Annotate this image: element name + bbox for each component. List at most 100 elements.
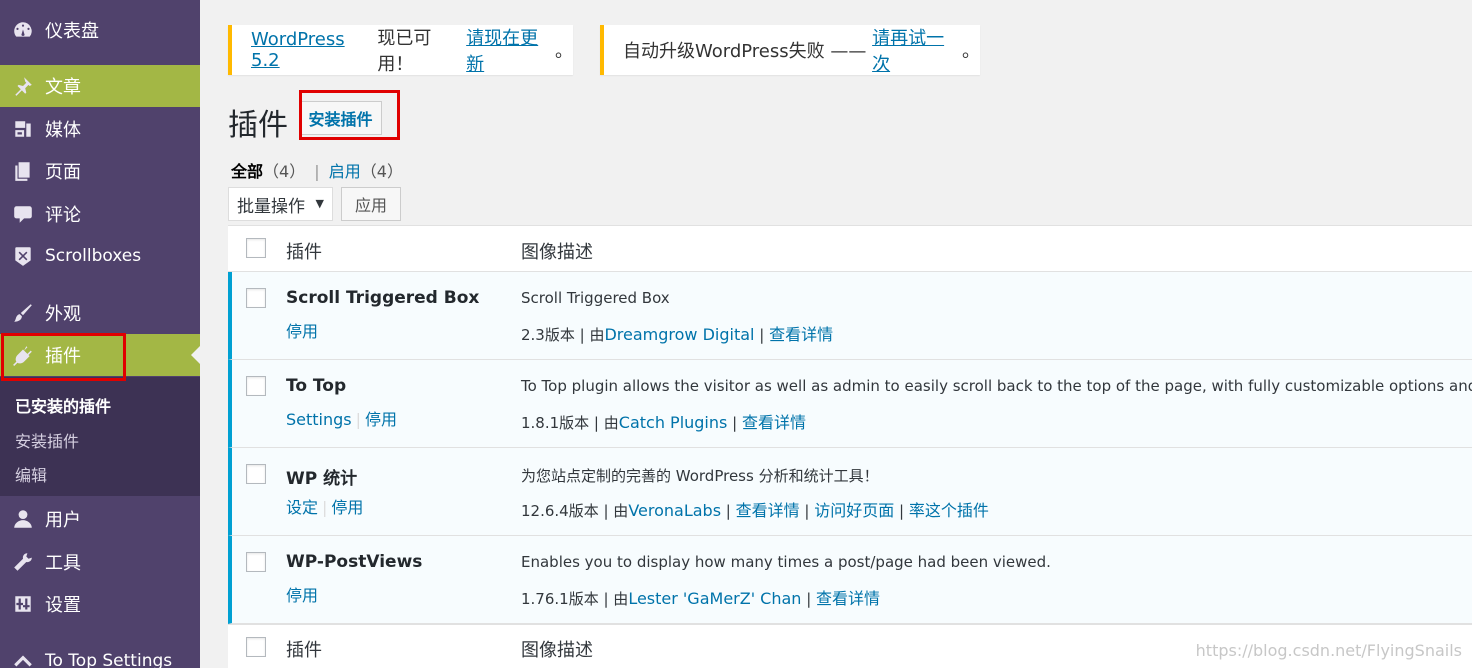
plugin-meta: 1.8.1版本 | 由Catch Plugins | 查看详情 <box>521 413 806 432</box>
admin-sidebar: 仪表盘 文章 媒体 页面 评论 Scrollboxes 外观 插件 已安装的插件… <box>0 0 200 668</box>
pin-icon <box>11 74 35 98</box>
table-header: 插件 图像描述 <box>228 226 1472 272</box>
column-footer-plugin[interactable]: 插件 <box>286 636 322 662</box>
plugins-table: 插件 图像描述 Scroll Triggered Box 停用 Scroll T… <box>228 225 1472 668</box>
row-checkbox[interactable] <box>246 464 266 484</box>
filter-all[interactable]: 全部 <box>231 162 263 181</box>
menu-item-tools[interactable]: 工具 <box>0 541 200 583</box>
select-all-checkbox-footer[interactable] <box>246 637 266 657</box>
notice-text: 自动升级WordPress失败 —— <box>623 41 873 62</box>
submenu-add-plugin[interactable]: 安装插件 <box>15 428 79 452</box>
author-link[interactable]: VeronaLabs <box>628 501 721 520</box>
update-notice: WordPress 5.2 现已可用！ 请现在更新 。 <box>228 25 573 75</box>
row-actions: 设定 | 停用 <box>286 498 364 517</box>
menu-item-label: 设置 <box>45 595 81 616</box>
row-checkbox[interactable] <box>246 288 266 308</box>
settings-link[interactable]: Settings <box>286 410 352 429</box>
row-checkbox[interactable] <box>246 376 266 396</box>
apply-button[interactable]: 应用 <box>341 187 401 221</box>
menu-item-settings[interactable]: 设置 <box>0 583 200 625</box>
menu-item-users[interactable]: 用户 <box>0 498 200 540</box>
plugins-submenu: 已安装的插件 安装插件 编辑 <box>0 377 200 496</box>
menu-item-media[interactable]: 媒体 <box>0 108 200 150</box>
author-link[interactable]: Catch Plugins <box>619 413 728 432</box>
upgrade-failed-notice: 自动升级WordPress失败 —— 请再试一次 。 <box>600 25 980 75</box>
rate-plugin-link[interactable]: 率这个插件 <box>909 501 989 520</box>
settings-icon <box>11 592 35 616</box>
author-link[interactable]: Lester 'GaMerZ' Chan <box>628 589 801 608</box>
plugin-name: Scroll Triggered Box <box>286 288 480 308</box>
plugin-version: 12.6.4版本 | 由 <box>521 502 629 520</box>
plugin-version: 1.8.1版本 | 由 <box>521 414 619 432</box>
menu-item-appearance[interactable]: 外观 <box>0 292 200 334</box>
plugin-description: Enables you to display how many times a … <box>521 553 1051 571</box>
update-now-link[interactable]: 请现在更新 <box>466 24 555 76</box>
row-checkbox[interactable] <box>246 552 266 572</box>
menu-item-pages[interactable]: 页面 <box>0 150 200 192</box>
plugin-meta: 1.76.1版本 | 由Lester 'GaMerZ' Chan | 查看详情 <box>521 589 881 608</box>
plugin-meta: 2.3版本 | 由Dreamgrow Digital | 查看详情 <box>521 325 834 344</box>
table-row: WP-PostViews 停用 Enables you to display h… <box>228 536 1472 624</box>
filter-all-count: （4） <box>263 162 306 181</box>
view-details-link[interactable]: 查看详情 <box>742 413 806 432</box>
deactivate-link[interactable]: 停用 <box>331 498 363 517</box>
page-title: 插件 <box>228 108 288 143</box>
bulk-actions-select[interactable]: 批量操作 ▼ <box>228 187 333 221</box>
menu-item-dashboard[interactable]: 仪表盘 <box>0 9 200 51</box>
table-row: WP 统计 设定 | 停用 为您站点定制的完善的 WordPress 分析和统计工具… <box>228 448 1472 536</box>
filter-active-count: （4） <box>360 162 403 181</box>
row-actions: 停用 <box>286 318 318 342</box>
highlight-box-add-plugin <box>299 90 400 140</box>
wordpress-version-link[interactable]: WordPress 5.2 <box>251 29 377 71</box>
author-link[interactable]: Dreamgrow Digital <box>604 325 754 344</box>
select-all-checkbox[interactable] <box>246 238 266 258</box>
deactivate-link[interactable]: 停用 <box>365 410 397 429</box>
view-details-link[interactable]: 查看详情 <box>736 501 800 520</box>
plugin-description: 为您站点定制的完善的 WordPress 分析和统计工具！ <box>521 467 879 485</box>
filter-active[interactable]: 启用 <box>329 162 361 181</box>
menu-item-label: To Top Settings <box>45 651 173 668</box>
plugin-version: 2.3版本 | 由 <box>521 326 605 344</box>
media-icon <box>11 117 35 141</box>
plugin-name: To Top <box>286 376 347 396</box>
notice-end: 。 <box>962 41 980 62</box>
page-icon <box>11 159 35 183</box>
menu-item-comments[interactable]: 评论 <box>0 193 200 235</box>
deactivate-link[interactable]: 停用 <box>286 586 318 605</box>
menu-item-label: Scrollboxes <box>45 246 142 266</box>
scrollbox-icon <box>11 244 35 268</box>
column-header-description: 图像描述 <box>521 242 593 263</box>
row-actions: Settings | 停用 <box>286 410 398 429</box>
settings-link[interactable]: 设定 <box>286 498 318 517</box>
deactivate-link[interactable]: 停用 <box>286 322 318 341</box>
menu-item-scrollboxes[interactable]: Scrollboxes <box>0 235 200 277</box>
row-actions: 停用 <box>286 582 318 606</box>
current-page-arrow <box>191 346 200 364</box>
view-details-link[interactable]: 查看详情 <box>769 325 833 344</box>
column-header-plugin[interactable]: 插件 <box>286 238 322 264</box>
view-details-link[interactable]: 查看详情 <box>816 589 880 608</box>
menu-item-label: 仪表盘 <box>45 21 99 42</box>
wrench-icon <box>11 550 35 574</box>
submenu-editor[interactable]: 编辑 <box>15 462 47 486</box>
brush-icon <box>11 301 35 325</box>
submenu-installed-plugins[interactable]: 已安装的插件 <box>15 393 111 417</box>
filter-separator: | <box>314 162 320 181</box>
menu-item-to-top-settings[interactable]: To Top Settings <box>0 640 200 668</box>
menu-item-label: 评论 <box>45 205 81 226</box>
plugin-description: To Top plugin allows the visitor as well… <box>521 377 1472 395</box>
plugin-name: WP 统计 <box>286 469 358 489</box>
menu-item-label: 外观 <box>45 304 81 325</box>
retry-link[interactable]: 请再试一次 <box>872 24 962 76</box>
notice-end: 。 <box>555 41 573 62</box>
visit-page-link[interactable]: 访问好页面 <box>814 501 894 520</box>
plugin-meta: 12.6.4版本 | 由VeronaLabs | 查看详情 | 访问好页面 | … <box>521 501 989 520</box>
menu-item-label: 媒体 <box>45 120 81 141</box>
user-icon <box>11 507 35 531</box>
menu-item-posts[interactable]: 文章 <box>0 65 200 107</box>
menu-item-label: 用户 <box>45 510 81 531</box>
column-footer-description: 图像描述 <box>521 640 593 661</box>
dashboard-icon <box>11 18 35 42</box>
table-row: To Top Settings | 停用 To Top plugin allows … <box>228 360 1472 448</box>
table-row: Scroll Triggered Box 停用 Scroll Triggered… <box>228 272 1472 360</box>
